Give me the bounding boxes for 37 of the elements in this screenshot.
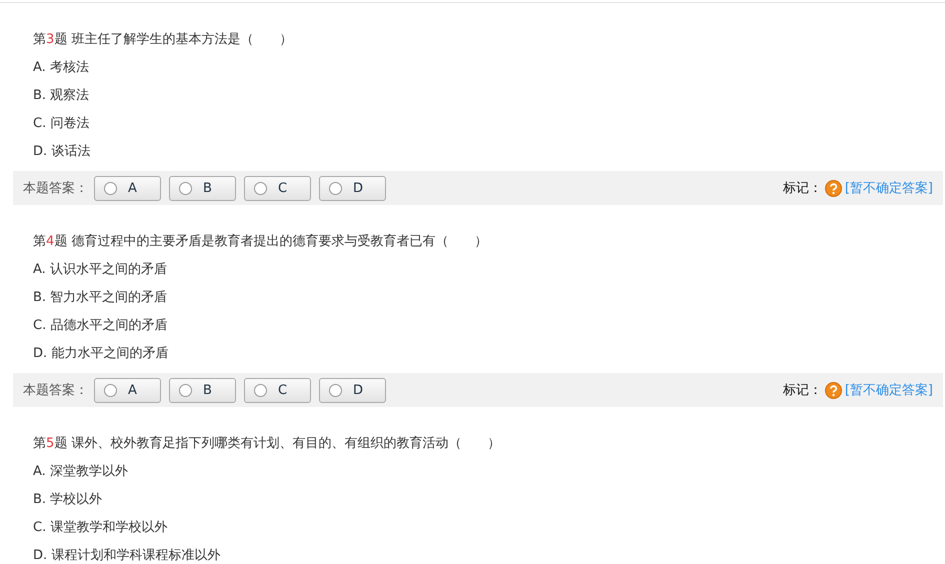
choice-button[interactable]: D bbox=[319, 176, 386, 200]
answer-option: C. 课堂教学和学校以外 bbox=[33, 514, 945, 542]
question-title: 第4题 德育过程中的主要矛盾是教育者提出的德育要求与受教育者已有（ ） bbox=[33, 232, 488, 251]
answer-option: B. 观察法 bbox=[33, 82, 945, 110]
mark-label: 标记： bbox=[782, 180, 822, 197]
radio-icon bbox=[254, 182, 267, 194]
mark-label: 标记： bbox=[782, 382, 822, 399]
answer-option: D. 谈话法 bbox=[33, 138, 945, 166]
radio-icon bbox=[329, 182, 342, 194]
question-title: 第5题 课外、校外教育足指下列哪类有计划、有目的、有组织的教育活动（ ） bbox=[33, 434, 502, 453]
radio-icon bbox=[104, 384, 117, 396]
help-icon[interactable] bbox=[824, 180, 842, 196]
choice-button[interactable]: A bbox=[94, 378, 161, 402]
answer-label: 本题答案： bbox=[23, 180, 88, 197]
radio-icon bbox=[254, 384, 267, 396]
answer-option: B. 学校以外 bbox=[33, 486, 945, 514]
answer-option: A. 深堂教学以外 bbox=[33, 458, 945, 486]
answer-option: A. 考核法 bbox=[33, 54, 945, 82]
answer-option: C. 问卷法 bbox=[33, 110, 945, 138]
answer-label: 本题答案： bbox=[23, 382, 88, 399]
answer-option: A. 认识水平之间的矛盾 bbox=[33, 256, 945, 284]
help-icon[interactable] bbox=[824, 382, 842, 398]
answer-option: C. 品德水平之间的矛盾 bbox=[33, 312, 945, 340]
question-title: 第3题 班主任了解学生的基本方法是（ ） bbox=[33, 31, 294, 49]
choice-button[interactable]: D bbox=[319, 378, 386, 402]
answer-option: D. 课程计划和学科课程标准以外 bbox=[33, 542, 945, 564]
choice-button[interactable]: B bbox=[169, 378, 236, 402]
choice-button[interactable]: B bbox=[169, 176, 236, 200]
choice-button[interactable]: C bbox=[244, 176, 311, 200]
radio-icon bbox=[329, 384, 342, 396]
radio-icon bbox=[179, 182, 192, 194]
answer-option: B. 智力水平之间的矛盾 bbox=[33, 284, 945, 312]
choice-button[interactable]: A bbox=[94, 176, 161, 200]
choice-button[interactable]: C bbox=[244, 378, 311, 402]
radio-icon bbox=[104, 182, 117, 194]
radio-icon bbox=[179, 384, 192, 396]
answer-option: D. 能力水平之间的矛盾 bbox=[33, 340, 945, 368]
